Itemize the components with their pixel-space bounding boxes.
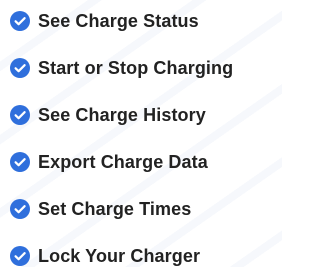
feature-item-lock-your-charger: Lock Your Charger [10,243,200,267]
feature-label: See Charge Status [38,10,199,31]
feature-label: Start or Stop Charging [38,57,234,78]
check-circle-icon [10,105,30,125]
feature-item-see-charge-status: See Charge Status [10,8,199,34]
feature-label: Lock Your Charger [38,245,201,266]
feature-label: Export Charge Data [38,151,208,172]
feature-item-see-charge-history: See Charge History [10,102,206,128]
feature-item-start-or-stop-charging: Start or Stop Charging [10,55,233,81]
feature-label: See Charge History [38,104,206,125]
feature-item-export-charge-data: Export Charge Data [10,149,208,175]
feature-item-set-charge-times: Set Charge Times [10,196,191,222]
check-circle-icon [10,152,30,172]
check-circle-icon [10,58,30,78]
feature-list: See Charge Status Start or Stop Charging… [0,0,282,267]
check-circle-icon [10,199,30,219]
check-circle-icon [10,246,30,266]
feature-label: Set Charge Times [38,198,192,219]
check-circle-icon [10,11,30,31]
